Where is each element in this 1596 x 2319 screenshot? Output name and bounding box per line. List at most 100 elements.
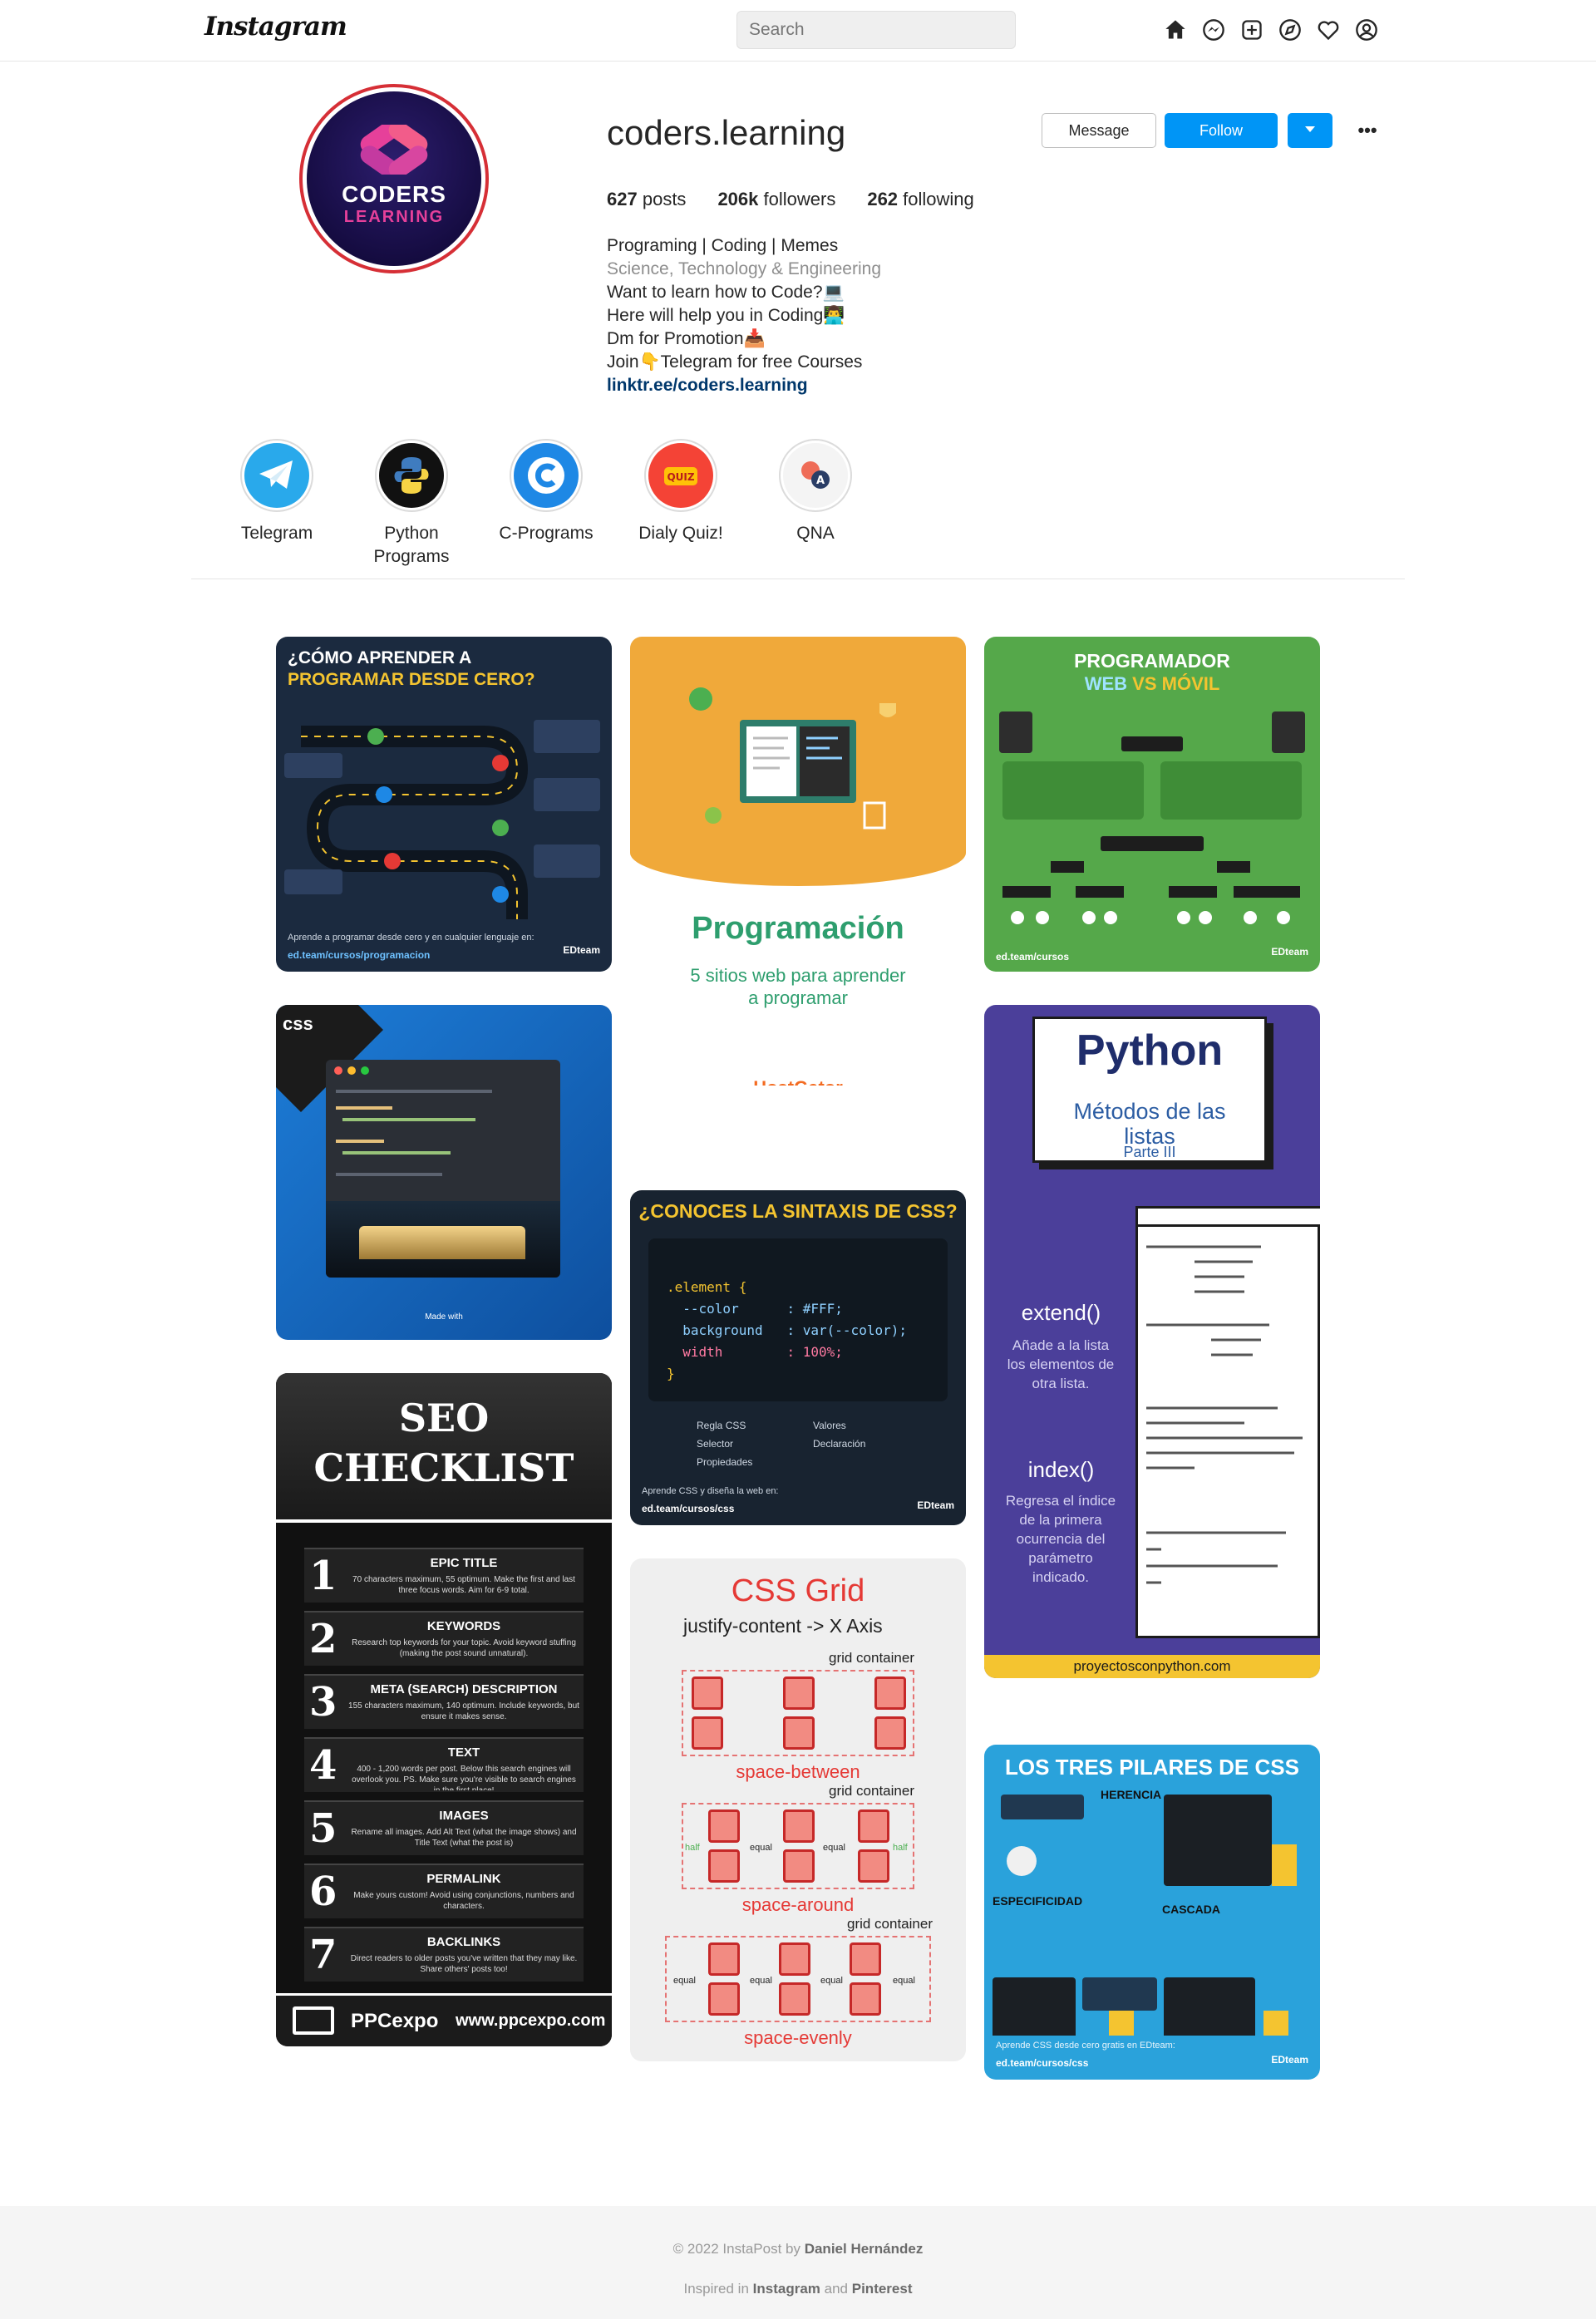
highlight-label: C-Programs [499, 524, 594, 543]
hostgator-logo: HostGator [630, 1077, 966, 1086]
chevron-down-icon [1305, 126, 1315, 132]
followers-stat[interactable]: 206k followers [717, 189, 835, 210]
grid-item [783, 1849, 815, 1883]
title-card: Python Métodos de las listas Parte III [1032, 1017, 1267, 1163]
new-post-icon[interactable] [1239, 15, 1265, 45]
follow-button[interactable]: Follow [1165, 113, 1278, 148]
code-line: width : 100%; [667, 1344, 843, 1360]
seo-item-description: Make yours custom! Avoid using conjuncti… [353, 1891, 574, 1911]
post-title: Python [1076, 1027, 1224, 1075]
seo-checklist-item: 1 EPIC TITLE 70 characters maximum, 55 opt… [304, 1548, 584, 1603]
grid-item [692, 1716, 723, 1750]
post-tile[interactable]: CSS Grid justify-content -> X Axis grid … [630, 1558, 966, 2061]
followers-label: followers [763, 189, 836, 209]
grid-item [708, 1982, 740, 2016]
messenger-icon[interactable] [1200, 15, 1227, 45]
grid-item [858, 1809, 889, 1843]
post-tile[interactable]: LOS TRES PILARES DE CSS HERENCIA ESPECIF… [984, 1745, 1320, 2080]
explore-icon[interactable] [1277, 15, 1303, 45]
following-stat[interactable]: 262 following [867, 189, 973, 210]
footer-author-link[interactable]: Daniel Hernández [805, 2241, 924, 2257]
code-line: .element { [667, 1279, 747, 1295]
footer-and: and [824, 2281, 849, 2297]
bio-line: Here will help you in Coding👨‍💻 [607, 306, 845, 325]
instagram-logo[interactable]: Instagram [204, 12, 347, 42]
highlight-qna[interactable]: A QNA [748, 439, 883, 569]
seo-item-number: 7 [309, 1932, 337, 1978]
made-with-text: Made with [425, 1312, 463, 1322]
highlight-telegram[interactable]: Telegram [209, 439, 344, 569]
post-title: PROGRAMADOR [1074, 650, 1230, 672]
legend: Regla CSS Selector Propiedades [697, 1416, 752, 1471]
grid-item [874, 1676, 906, 1710]
footer-pinterest-link[interactable]: Pinterest [852, 2281, 913, 2297]
home-icon[interactable] [1162, 15, 1189, 45]
seo-checklist-item: 7 BACKLINKS Direct readers to older posts … [304, 1927, 584, 1982]
code-line: --color : #FFF; [667, 1301, 843, 1317]
spacing-label: half [685, 1843, 700, 1853]
grid-item [858, 1849, 889, 1883]
grid-container-box: equal equal equal equal [665, 1936, 931, 2022]
seo-item-description: 400 - 1,200 words per post. Below this s… [352, 1765, 576, 1790]
profile-icon[interactable] [1353, 15, 1380, 45]
bio-category: Science, Technology & Engineering [607, 259, 882, 278]
post-subtitle: justify-content -> X Axis [683, 1615, 883, 1637]
post-tile[interactable]: ¿CONOCES LA SINTAXIS DE CSS? .element { … [630, 1190, 966, 1525]
post-tile[interactable]: SEO CHECKLIST 1 EPIC TITLE 70 characters m… [276, 1373, 612, 2046]
part-label: Parte III [1123, 1144, 1176, 1160]
grid-item [708, 1809, 740, 1843]
post-title: Programación [692, 911, 904, 946]
bio-line: Join👇Telegram for free Courses [607, 352, 863, 372]
palace-night-image [326, 1201, 560, 1278]
mobile-label: MÓVIL [1161, 673, 1220, 694]
followers-count: 206k [717, 189, 759, 209]
method-description: Regresa el índice de la primera ocurrenc… [1005, 1493, 1116, 1585]
post-subtitle: 5 sitios web para aprender a programar [690, 965, 906, 1008]
footer-credit-prefix: © 2022 InstaPost by [672, 2241, 800, 2257]
post-subtitle: WEB VS MÓVIL [984, 673, 1320, 695]
post-subtitle: Métodos de las listas [1073, 1099, 1226, 1149]
highlight-python[interactable]: Python Programs [344, 439, 479, 569]
window-dot [347, 1066, 356, 1075]
message-button[interactable]: Message [1042, 113, 1156, 148]
grid-item [850, 1982, 881, 2016]
following-label: following [903, 189, 974, 209]
suggested-dropdown-button[interactable] [1288, 113, 1332, 148]
grid-item [783, 1716, 815, 1750]
seo-item-heading: IMAGES [439, 1809, 489, 1823]
post-title: PROGRAMAR DESDE CERO? [288, 670, 535, 689]
spacing-label: equal [893, 1976, 915, 1986]
search-input[interactable] [736, 11, 1016, 49]
post-url: ed.team/cursos/programacion [288, 949, 431, 961]
seo-checklist-item: 3 META (SEARCH) DESCRIPTION 155 characters… [304, 1674, 584, 1729]
seo-item-description: 155 characters maximum, 140 optimum. Inc… [348, 1701, 579, 1721]
seo-item-description: Direct readers to older posts you've wri… [350, 1954, 578, 1974]
grid-container-caption: grid container [846, 1916, 933, 1932]
profile-avatar[interactable]: CODERS LEARNING [299, 84, 489, 273]
web-label: WEB [1084, 673, 1128, 694]
footer-instagram-link[interactable]: Instagram [753, 2281, 820, 2297]
edteam-logo: EDteam [563, 944, 600, 956]
grid-item [874, 1716, 906, 1750]
highlight-c-programs[interactable]: C-Programs [479, 439, 613, 569]
highlight-quiz[interactable]: QUIZ Dialy Quiz! [613, 439, 748, 569]
post-tile[interactable]: PROGRAMADOR WEB VS MÓVIL ed.team/cursos … [984, 637, 1320, 972]
seo-checklist-item: 2 KEYWORDS Research top keywords for your … [304, 1611, 584, 1666]
bio-link[interactable]: linktr.ee/coders.learning [607, 376, 808, 395]
avatar-text-learning: LEARNING [343, 207, 445, 226]
post-footer-text: Aprende a programar desde cero y en cual… [288, 933, 534, 943]
post-tile[interactable]: Python Métodos de las listas Parte III e… [984, 1005, 1320, 1678]
grid-container-caption: grid container [828, 1650, 914, 1666]
post-tile[interactable]: Programación 5 sitios web para aprender … [630, 637, 966, 1086]
post-tile[interactable]: css Made with [276, 1005, 612, 1340]
seo-item-description: Research top keywords for your topic. Av… [352, 1638, 576, 1658]
post-footer-text: Aprende CSS desde cero gratis en EDteam: [996, 2041, 1175, 2051]
justify-value-label: space-between [736, 1761, 860, 1782]
seo-item-heading: BACKLINKS [426, 1935, 501, 1949]
post-tile[interactable]: ¿CÓMO APRENDER A PROGRAMAR DESDE CERO? A… [276, 637, 612, 972]
more-options-button[interactable]: ••• [1353, 116, 1382, 145]
heart-icon[interactable] [1315, 15, 1342, 45]
grid-item [850, 1942, 881, 1976]
posts-count: 627 [607, 189, 638, 209]
grid-item [779, 1942, 810, 1976]
